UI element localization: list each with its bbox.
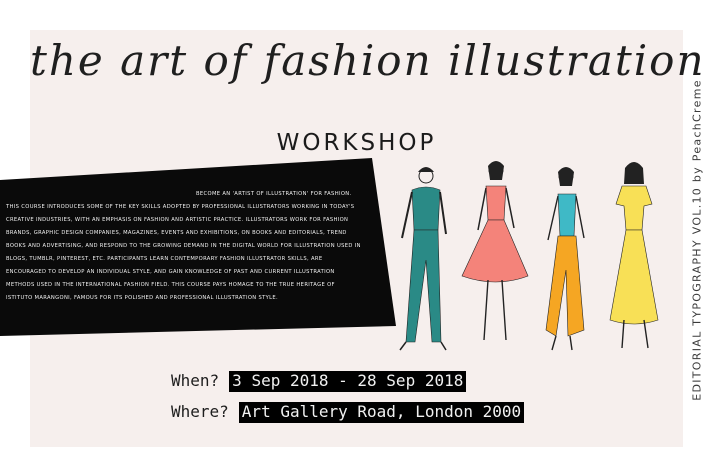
figure-yellow-dress	[609, 162, 659, 349]
when-label: When?	[171, 371, 220, 390]
fashion-figures-illustration	[399, 161, 659, 351]
when-value: 3 Sep 2018 - 28 Sep 2018	[229, 371, 467, 392]
where-row: Where? Art Gallery Road, London 2000	[171, 402, 525, 423]
figure-coral-dress	[461, 161, 529, 341]
course-description: Become an 'artist of illustration' for f…	[6, 191, 361, 301]
where-label: Where?	[171, 402, 229, 421]
side-credit-text: EDITORIAL TYPOGRAPHY VOL.10 by PeachCrem…	[690, 79, 704, 401]
figure-teal-suit	[399, 167, 447, 351]
where-value: Art Gallery Road, London 2000	[238, 402, 525, 423]
poster-title: the art of fashion illustration	[30, 36, 706, 85]
figure-orange-trousers	[545, 167, 585, 351]
when-row: When? 3 Sep 2018 - 28 Sep 2018	[171, 371, 467, 392]
